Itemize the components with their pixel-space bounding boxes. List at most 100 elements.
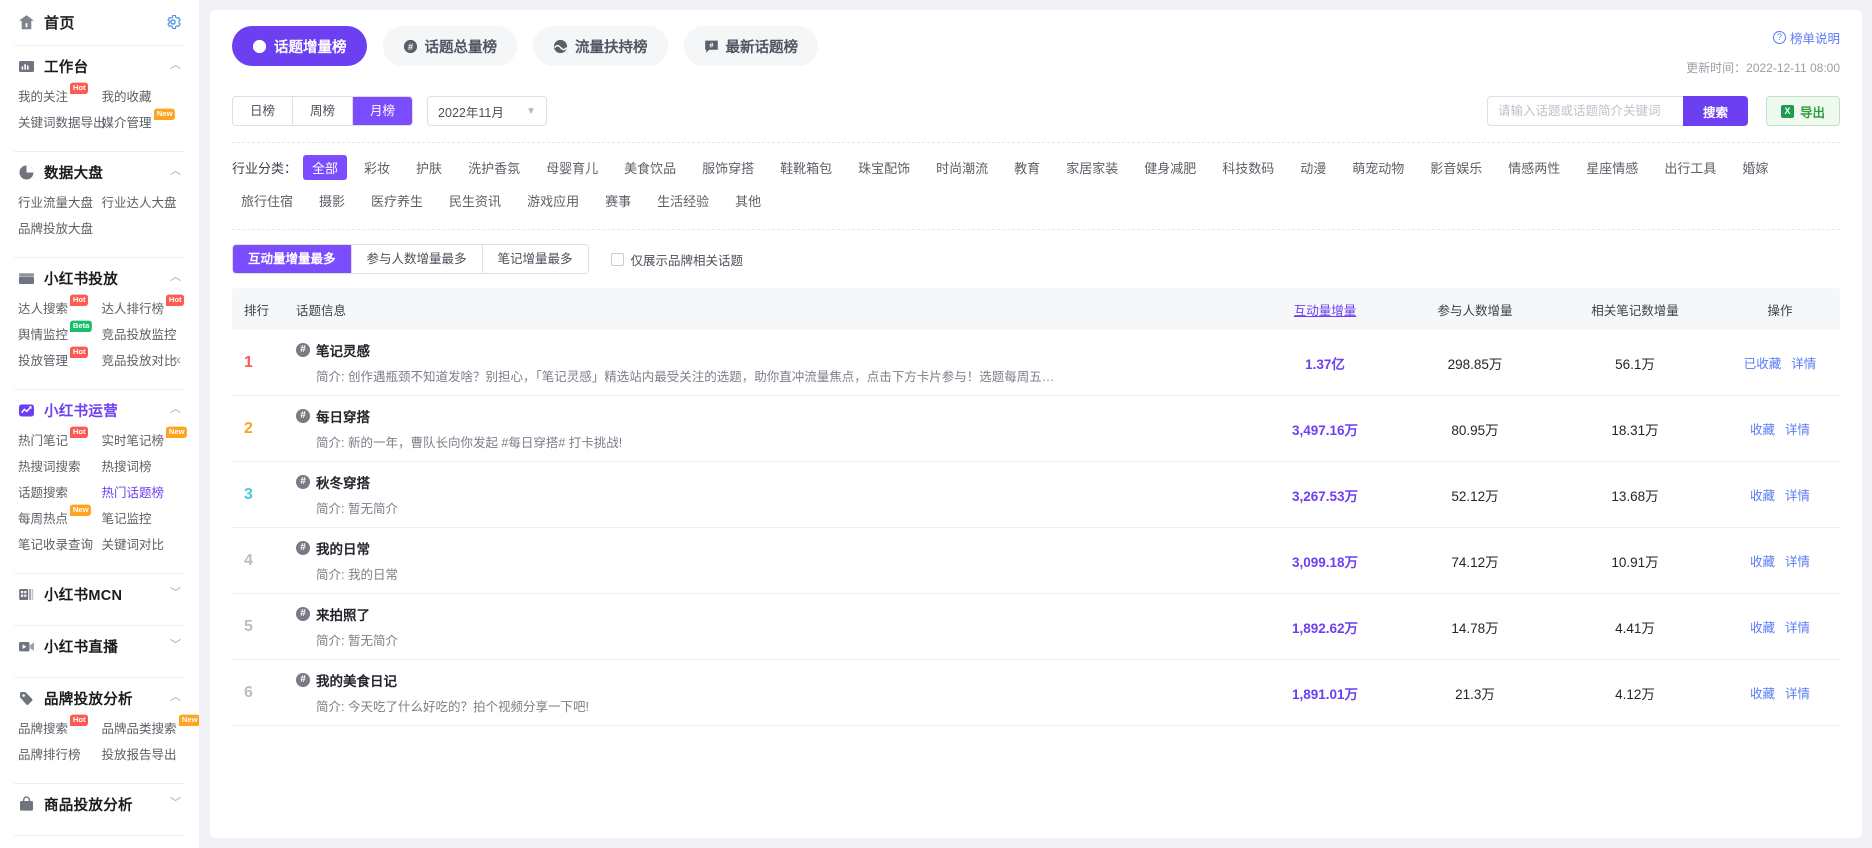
period-tab-周榜[interactable]: 周榜 <box>293 97 354 125</box>
table-row[interactable]: 4 # 我的日常 简介: 我的日常 3,099.18万 74.12万 10.91万 收藏 详情 <box>232 528 1840 594</box>
table-row[interactable]: 1 # 笔记灵感 简介: 创作遇瓶颈不知道发啥？别担心，「笔记灵感」精选站内最受关注的… <box>232 330 1840 396</box>
rank-tab-3[interactable]: # 最新话题榜 <box>683 26 818 66</box>
sidebar-group-header-0[interactable]: 工作台 ︿ <box>0 46 199 86</box>
period-tab-月榜[interactable]: 月榜 <box>353 97 413 125</box>
chevron-up-icon[interactable]: ︿ <box>170 691 181 703</box>
industry-item-情感两性[interactable]: 情感两性 <box>1499 155 1569 180</box>
sidebar-group-header-7[interactable]: 商品投放分析 ﹀ <box>0 784 199 824</box>
table-row[interactable]: 5 # 来拍照了 简介: 暂无简介 1,892.62万 14.78万 4.41万 收藏 详情 <box>232 594 1840 660</box>
industry-item-游戏应用[interactable]: 游戏应用 <box>518 188 588 213</box>
sidebar-item-home[interactable]: 首页 <box>0 4 199 40</box>
industry-item-服饰穿搭[interactable]: 服饰穿搭 <box>693 155 763 180</box>
topic-title[interactable]: # 来拍照了 <box>296 604 1250 624</box>
checkbox-box[interactable] <box>610 252 624 266</box>
export-button[interactable]: X 导出 <box>1765 96 1840 126</box>
industry-item-健身减肥[interactable]: 健身减肥 <box>1135 155 1205 180</box>
industry-item-星座情感[interactable]: 星座情感 <box>1577 155 1647 180</box>
chevron-up-icon[interactable]: ︿ <box>170 59 181 71</box>
col-interaction[interactable]: 互动量增量 <box>1250 300 1400 319</box>
op-detail-button[interactable]: 详情 <box>1785 683 1810 702</box>
sidebar-link-品牌排行榜[interactable]: 品牌排行榜 <box>18 744 102 770</box>
op-favorite-button[interactable]: 已收藏 <box>1744 353 1782 372</box>
table-row[interactable]: 6 # 我的美食日记 简介: 今天吃了什么好吃的？拍个视频分享一下吧! 1,891.01… <box>232 660 1840 726</box>
sidebar-link-媒介管理[interactable]: 媒介管理 New <box>102 108 186 138</box>
sidebar-link-热搜词榜[interactable]: 热搜词榜 <box>102 456 186 482</box>
rank-description-link[interactable]: ? 榜单说明 <box>1686 28 1840 47</box>
sidebar-collapse-button[interactable]: « <box>168 350 186 368</box>
industry-item-民生资讯[interactable]: 民生资讯 <box>440 188 510 213</box>
op-favorite-button[interactable]: 收藏 <box>1750 419 1775 438</box>
op-detail-button[interactable]: 详情 <box>1785 485 1810 504</box>
topic-title[interactable]: # 我的日常 <box>296 538 1250 558</box>
sidebar-link-笔记收录查询[interactable]: 笔记收录查询 <box>18 534 102 560</box>
rank-tab-1[interactable]: # 话题总量榜 <box>382 26 517 66</box>
sidebar-link-品牌品类搜索[interactable]: 品牌品类搜索 New <box>102 714 199 744</box>
industry-item-医疗养生[interactable]: 医疗养生 <box>362 188 432 213</box>
sidebar-link-热搜词搜索[interactable]: 热搜词搜索 <box>18 456 102 482</box>
brand-only-checkbox[interactable]: 仅展示品牌相关话题 <box>610 250 743 269</box>
chevron-down-icon[interactable]: ﹀ <box>170 587 181 599</box>
gear-icon[interactable] <box>165 14 181 30</box>
table-row[interactable]: 2 # 每日穿搭 简介: 新的一年，曹队长向你发起 #每日穿搭# 打卡挑战! 3,497… <box>232 396 1840 462</box>
sidebar-group-header-4[interactable]: 小红书MCN ﹀ <box>0 574 199 614</box>
chevron-up-icon[interactable]: ︿ <box>170 271 181 283</box>
period-tab-日榜[interactable]: 日榜 <box>233 97 294 125</box>
sidebar-link-竞品投放监控[interactable]: 竞品投放监控 <box>102 324 186 350</box>
op-favorite-button[interactable]: 收藏 <box>1750 551 1775 570</box>
sort-tab-笔记增量最多[interactable]: 笔记增量最多 <box>482 245 588 273</box>
chevron-up-icon[interactable]: ︿ <box>170 165 181 177</box>
search-input[interactable] <box>1486 96 1683 126</box>
sort-tab-互动量增量最多[interactable]: 互动量增量最多 <box>233 245 352 273</box>
rank-tab-0[interactable]: 话题增量榜 <box>232 26 367 66</box>
op-favorite-button[interactable]: 收藏 <box>1750 485 1775 504</box>
topic-title[interactable]: # 每日穿搭 <box>296 406 1250 426</box>
topic-title[interactable]: # 秋冬穿搭 <box>296 472 1250 492</box>
month-select[interactable]: 2022年11月 ▼ <box>427 96 548 126</box>
sidebar-link-行业达人大盘[interactable]: 行业达人大盘 <box>102 192 186 218</box>
industry-item-护肤[interactable]: 护肤 <box>407 155 451 180</box>
topic-title[interactable]: # 笔记灵感 <box>296 340 1250 360</box>
sidebar-link-投放管理[interactable]: 投放管理 Hot <box>18 346 102 376</box>
industry-item-赛事[interactable]: 赛事 <box>596 188 640 213</box>
op-detail-button[interactable]: 详情 <box>1785 419 1810 438</box>
industry-item-珠宝配饰[interactable]: 珠宝配饰 <box>849 155 919 180</box>
sidebar-group-header-5[interactable]: 小红书直播 ﹀ <box>0 626 199 666</box>
sidebar-group-header-1[interactable]: 数据大盘 ︿ <box>0 152 199 192</box>
industry-item-影音娱乐[interactable]: 影音娱乐 <box>1421 155 1491 180</box>
industry-item-科技数码[interactable]: 科技数码 <box>1213 155 1283 180</box>
topic-title[interactable]: # 我的美食日记 <box>296 670 1250 690</box>
industry-item-母婴育儿[interactable]: 母婴育儿 <box>537 155 607 180</box>
op-favorite-button[interactable]: 收藏 <box>1750 683 1775 702</box>
industry-item-教育[interactable]: 教育 <box>1005 155 1049 180</box>
industry-item-时尚潮流[interactable]: 时尚潮流 <box>927 155 997 180</box>
sidebar-link-热门笔记[interactable]: 热门笔记 Hot <box>18 426 102 456</box>
sidebar-group-header-3[interactable]: 小红书运营 ︿ <box>0 390 199 430</box>
op-detail-button[interactable]: 详情 <box>1785 617 1810 636</box>
industry-item-洗护香氛[interactable]: 洗护香氛 <box>459 155 529 180</box>
industry-item-出行工具[interactable]: 出行工具 <box>1655 155 1725 180</box>
industry-item-生活经验[interactable]: 生活经验 <box>648 188 718 213</box>
chevron-down-icon[interactable]: ﹀ <box>170 639 181 651</box>
industry-item-婚嫁[interactable]: 婚嫁 <box>1733 155 1777 180</box>
op-favorite-button[interactable]: 收藏 <box>1750 617 1775 636</box>
sidebar-link-达人排行榜[interactable]: 达人排行榜 Hot <box>102 294 186 324</box>
sidebar-link-行业流量大盘[interactable]: 行业流量大盘 <box>18 192 102 218</box>
industry-item-动漫[interactable]: 动漫 <box>1291 155 1335 180</box>
table-row[interactable]: 3 # 秋冬穿搭 简介: 暂无简介 3,267.53万 52.12万 13.68万 收藏 详情 <box>232 462 1840 528</box>
industry-item-家居家装[interactable]: 家居家装 <box>1057 155 1127 180</box>
chevron-up-icon[interactable]: ︿ <box>170 403 181 415</box>
sidebar-link-品牌搜索[interactable]: 品牌搜索 Hot <box>18 714 102 744</box>
sort-tab-参与人数增量最多[interactable]: 参与人数增量最多 <box>351 245 483 273</box>
industry-item-其他[interactable]: 其他 <box>726 188 770 213</box>
industry-item-萌宠动物[interactable]: 萌宠动物 <box>1343 155 1413 180</box>
industry-item-鞋靴箱包[interactable]: 鞋靴箱包 <box>771 155 841 180</box>
op-detail-button[interactable]: 详情 <box>1791 353 1816 372</box>
sidebar-link-关键词数据导出[interactable]: 关键词数据导出 <box>18 112 106 138</box>
chevron-down-icon[interactable]: ﹀ <box>170 797 181 809</box>
sidebar-link-投放报告导出[interactable]: 投放报告导出 <box>102 744 186 770</box>
sidebar-link-我的关注[interactable]: 我的关注 Hot <box>18 82 102 112</box>
sidebar-link-每周热点[interactable]: 每周热点 New <box>18 504 102 534</box>
sidebar-group-header-2[interactable]: 小红书投放 ︿ <box>0 258 199 298</box>
industry-item-全部[interactable]: 全部 <box>303 155 348 180</box>
sidebar-link-热门话题榜[interactable]: 热门话题榜 <box>102 482 186 508</box>
